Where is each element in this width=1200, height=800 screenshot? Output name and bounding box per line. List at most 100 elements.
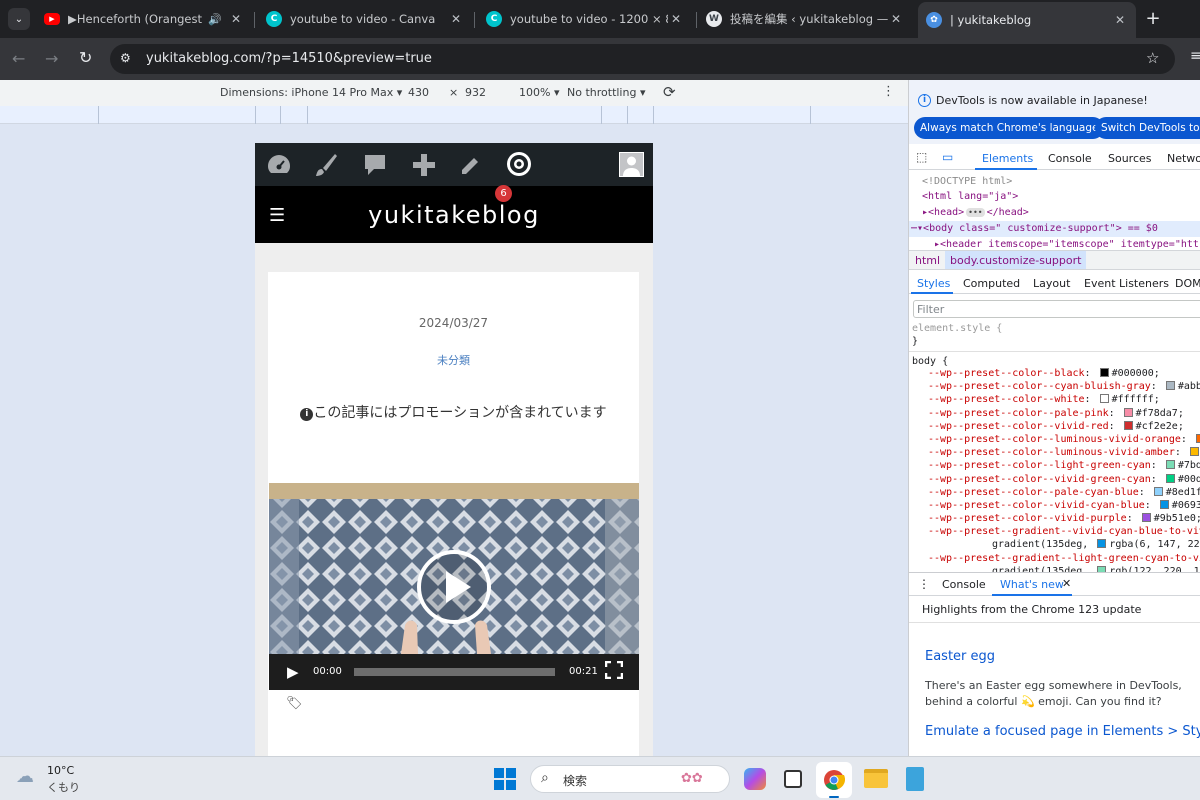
forward-arrow-icon[interactable]: → [45,49,58,68]
edit-pencil-icon[interactable] [459,153,483,177]
dom-header[interactable]: ▸<header itemscope="itemscope" itemtype=… [934,239,1199,250]
device-toggle-icon[interactable]: ▭ [942,150,953,164]
progress-bar[interactable] [354,668,555,676]
css-variable[interactable]: --wp--preset--color--luminous-vivid-oran… [928,433,1200,447]
dom-doctype[interactable]: <!DOCTYPE html> [922,176,1012,187]
match-language-button[interactable]: Always match Chrome's language [914,117,1105,139]
tab-search-button[interactable]: ⌄ [8,8,30,30]
tab-wordpress[interactable]: W 投稿を編集 ‹ yukitakeblog — W ✕ [698,4,912,34]
play-button-icon[interactable] [417,550,491,624]
windows-start-icon[interactable] [494,768,516,790]
css-variable[interactable]: --wp--preset--color--pale-cyan-blue: #8e… [928,486,1200,500]
tab-yukitakeblog[interactable]: ✿ | yukitakeblog ✕ [918,2,1136,38]
avatar[interactable] [619,152,644,177]
css-variable[interactable]: --wp--preset--color--luminous-vivid-ambe… [928,447,1200,460]
close-icon[interactable]: ✕ [228,12,244,26]
file-explorer-icon[interactable] [864,769,888,788]
site-title[interactable]: yukitakeblog [255,201,653,229]
customize-brush-icon[interactable] [313,152,339,178]
height-input[interactable]: 932 [465,86,486,99]
color-swatch[interactable] [1165,381,1175,391]
tab-youtube[interactable]: ▶ ▶Henceforth (Orangestar) , 🔊 ✕ [36,4,252,34]
tab-canva-2[interactable]: C youtube to video - 1200 × 800px ✕ [478,4,692,34]
tab-styles[interactable]: Styles [917,277,950,290]
menu-icon[interactable]: ≡ [1190,48,1200,64]
tab-canva-1[interactable]: C youtube to video - Canva ✕ [258,4,472,34]
css-variable[interactable]: --wp--preset--color--cyan-bluish-gray: #… [928,381,1200,394]
tab-elements[interactable]: Elements [982,152,1033,165]
drawer-tab-console[interactable]: Console [942,578,986,591]
tab-console[interactable]: Console [1048,152,1092,165]
styles-filter-input[interactable] [913,300,1200,318]
color-swatch[interactable] [1099,368,1109,377]
css-variable[interactable]: --wp--preset--gradient--light-green-cyan… [928,553,1200,566]
settings-gear-icon[interactable] [505,150,533,178]
dom-head[interactable]: ▸<head> ••• </head> [922,207,1029,218]
rotate-icon[interactable]: ⟳ [663,83,676,101]
switch-language-button[interactable]: Switch DevTools to J [1095,117,1200,139]
color-swatch[interactable] [1195,433,1200,443]
color-swatch[interactable] [1099,394,1109,404]
tab-event-listeners[interactable]: Event Listeners [1084,277,1169,290]
weather-desc[interactable]: くもり [47,779,80,795]
css-variable[interactable]: --wp--preset--color--pale-pink: #f78da7; [928,407,1200,421]
css-variable[interactable]: --wp--preset--color--vivid-purple: #9b51… [928,513,1200,526]
color-swatch[interactable] [1153,486,1163,496]
tab-layout[interactable]: Layout [1033,277,1070,290]
color-swatch[interactable] [1159,499,1169,509]
notepad-icon[interactable] [906,767,924,791]
device-select[interactable]: Dimensions: iPhone 14 Pro Max ▾ [220,86,402,99]
crumb-body[interactable]: body.customize-support [945,251,1087,269]
tab-sources[interactable]: Sources [1108,152,1152,165]
dashboard-icon[interactable] [266,153,292,175]
chrome-icon[interactable] [816,762,852,798]
comments-icon[interactable] [362,152,388,178]
taskbar-search-box[interactable]: ⌕ 検索 ✿✿ [530,765,730,793]
color-swatch[interactable] [1165,460,1175,470]
css-variable[interactable]: --wp--preset--color--black: #000000; [928,368,1200,381]
tab-network[interactable]: Netwo [1167,152,1200,165]
tab-dom[interactable]: DOM [1175,277,1200,290]
video-player[interactable]: ▶ 00:00 00:21 [269,483,639,690]
throttling-select[interactable]: No throttling ▾ [567,86,645,99]
address-bar[interactable]: ⚙ yukitakeblog.com/?p=14510&preview=true… [110,44,1175,74]
css-variable[interactable]: --wp--preset--color--vivid-cyan-blue: #0… [928,499,1200,513]
more-options-icon[interactable]: ⋮ [882,84,895,99]
easter-egg-link[interactable]: Easter egg [925,649,995,664]
close-icon[interactable]: ✕ [1062,577,1071,590]
notification-badge[interactable]: 6 [495,185,512,202]
reload-icon[interactable]: ↻ [79,48,92,67]
crumb-html[interactable]: html [915,254,940,267]
close-icon[interactable]: ✕ [1112,13,1128,27]
weather-temp[interactable]: 10°C [47,764,74,777]
color-swatch[interactable] [1123,420,1133,430]
close-icon[interactable]: ✕ [668,12,684,26]
bookmark-star-icon[interactable]: ☆ [1146,49,1159,67]
close-icon[interactable]: ✕ [448,12,464,26]
url-text[interactable]: yukitakeblog.com/?p=14510&preview=true [146,51,432,66]
color-swatch[interactable] [1141,513,1151,523]
drawer-menu-icon[interactable]: ⋮ [918,577,930,591]
zoom-select[interactable]: 100% ▾ [519,86,559,99]
color-swatch[interactable] [1123,407,1133,417]
width-input[interactable]: 430 [408,86,429,99]
dom-html[interactable]: <html lang="ja"> [922,191,1018,202]
copilot-icon[interactable] [744,768,766,790]
task-view-icon[interactable] [784,770,802,788]
inspect-element-icon[interactable]: ⬚ [916,150,927,164]
css-variable[interactable]: --wp--preset--gradient--vivid-cyan-blue-… [928,526,1200,539]
dom-body-selected[interactable]: ⋯▾<body class=" customize-support"> == $… [911,223,1158,234]
category-link[interactable]: 未分類 [268,352,639,368]
media-query-ruler[interactable] [0,106,908,124]
site-info-icon[interactable]: ⚙ [120,51,136,67]
css-variable[interactable]: --wp--preset--color--white: #ffffff; [928,394,1200,407]
color-swatch[interactable] [1097,539,1107,549]
color-swatch[interactable] [1165,473,1175,483]
audio-playing-icon[interactable]: 🔊 [208,13,222,26]
drawer-tab-whats-new[interactable]: What's new [1000,578,1064,591]
back-arrow-icon[interactable]: ← [12,49,25,68]
close-icon[interactable]: ✕ [888,12,904,26]
tab-computed[interactable]: Computed [963,277,1020,290]
play-icon[interactable]: ▶ [287,663,299,681]
fullscreen-icon[interactable] [604,660,624,680]
